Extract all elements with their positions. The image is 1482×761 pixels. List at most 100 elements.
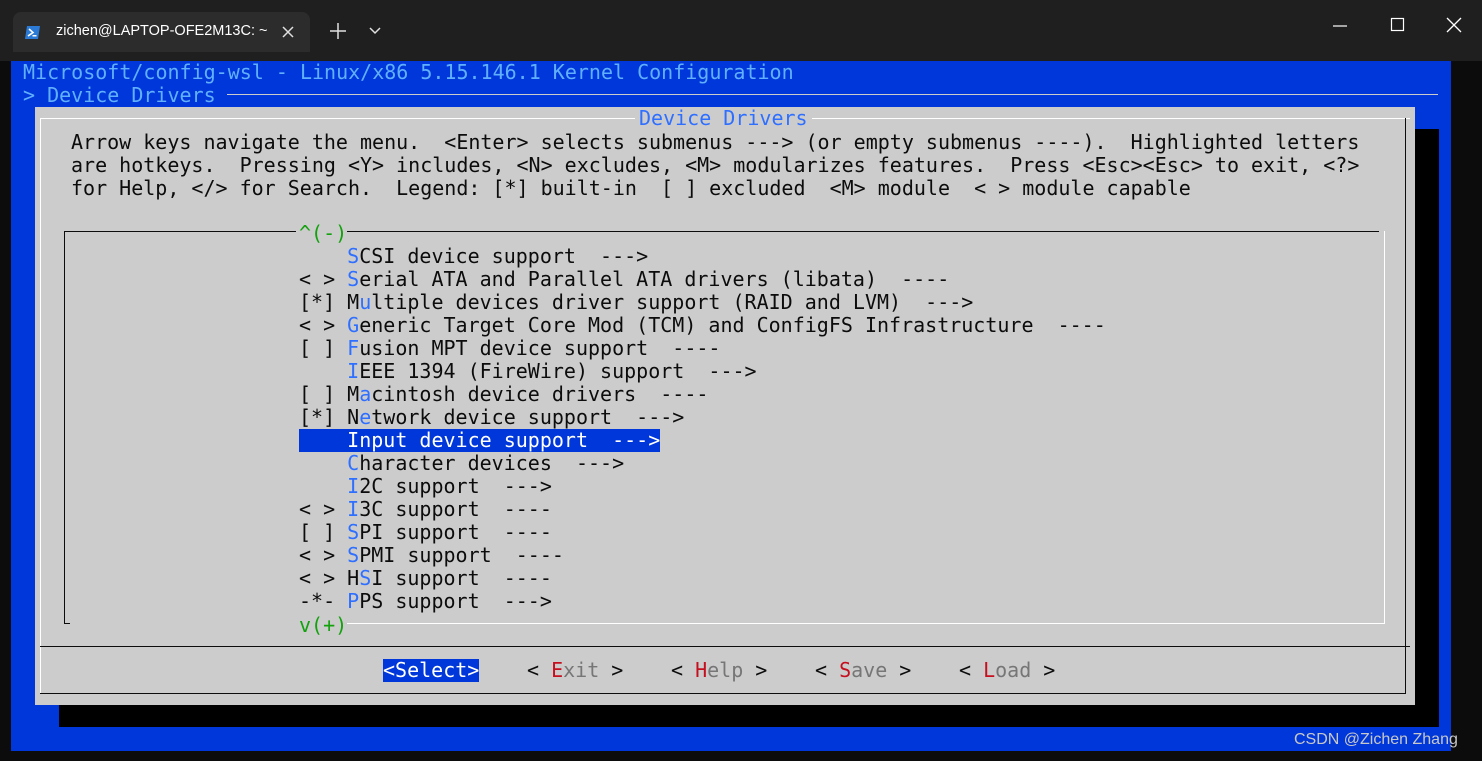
menu-item[interactable]: < > Serial ATA and Parallel ATA drivers … [299,268,949,291]
menu-item-label: 2C support ---> [359,474,552,498]
menu-item[interactable]: < > I3C support ---- [299,498,552,521]
menu-frame-top-right [347,231,1379,232]
menu-item-label: usion MPT device support ---- [359,336,721,360]
menu-item-state [299,474,347,498]
menu-frame-left [64,231,65,623]
menu-item-state: < > [299,497,348,521]
menu-item[interactable]: Character devices ---> [299,452,624,475]
menu-item-state: [ ] [299,336,348,360]
menu-item-state: -*- [299,589,348,613]
menu-item-hotkey: u [359,290,372,314]
menu-item-label: haracter devices ---> [359,451,625,475]
dialog-border-right [1405,118,1406,693]
menu-item-label: nput device support ---> [359,428,661,452]
help-line-3: for Help, </> for Search. Legend: [*] bu… [71,176,1191,200]
menu-item[interactable]: [ ] Macintosh device drivers ---- [299,383,708,406]
terminal-view[interactable]: Microsoft/config-wsl - Linux/x86 5.15.14… [11,61,1451,751]
menu-item-label: PMI support ---- [359,543,564,567]
help-button[interactable]: < Help > [671,659,767,682]
menu-item[interactable]: < > HSI support ---- [299,567,552,590]
load-button[interactable]: < Load > [959,659,1055,682]
button-row-divider [40,646,1410,647]
button-hotkey: E [551,658,564,682]
menu-item[interactable]: < > Generic Target Core Mod (TCM) and Co… [299,314,1106,337]
maximize-icon[interactable] [1390,17,1406,33]
menu-item-state [299,244,347,268]
tab-title: zichen@LAPTOP-OFE2M13C: ~ [56,23,268,39]
breadcrumb: > Device Drivers [23,83,216,107]
menu-item[interactable]: < > SPMI support ---- [299,544,564,567]
button-bracket: < [671,658,696,682]
menu-item[interactable]: -*- PPS support ---> [299,590,552,613]
chevron-down-icon[interactable] [368,25,382,37]
menu-item[interactable]: I2C support ---> [299,475,552,498]
menu-item[interactable]: Input device support ---> [299,428,661,452]
scroll-up-indicator[interactable]: ^(-) [299,222,347,245]
help-line-2: are hotkeys. Pressing <Y> includes, <N> … [71,153,1360,177]
menu-item-hotkey: S [347,520,360,544]
watermark: CSDN @Zichen Zhang [1294,731,1458,748]
menu-item-label: I support ---- [371,566,552,590]
dialog-border-bottom [40,693,1406,694]
button-bracket: < [959,658,984,682]
menu-item-hotkey: S [347,543,360,567]
menu-item-hotkey: F [347,336,360,360]
menu-item-hotkey: S [347,244,360,268]
dialog-border-left [40,118,41,693]
menu-item-label: twork device support ---> [371,405,685,429]
menu-item-state: [ ] M [299,382,360,406]
menu-item-label: CSI device support ---> [359,244,649,268]
menu-item-hotkey: S [347,267,360,291]
button-label: xit [563,658,600,682]
menu-item-hotkey: e [359,405,372,429]
kernel-config-title: Microsoft/config-wsl - Linux/x86 5.15.14… [23,60,794,84]
close-window-icon[interactable] [1446,17,1462,33]
menu-item-hotkey: P [347,589,360,613]
button-bracket: > [887,658,912,682]
save-button[interactable]: < Save > [815,659,911,682]
button-label: elp [707,658,744,682]
menu-item-label: eneric Target Core Mod (TCM) and ConfigF… [359,313,1106,337]
menu-item-hotkey: a [359,382,372,406]
menu-item[interactable]: SCSI device support ---> [299,245,648,268]
exit-button[interactable]: < Exit > [527,659,623,682]
menu-item-state: < > [299,543,348,567]
menu-item[interactable]: [*] Multiple devices driver support (RAI… [299,291,973,314]
menu-frame-bottom-right [347,623,1385,624]
plus-icon[interactable] [328,21,348,41]
button-label: ave [851,658,888,682]
window-titlebar: zichen@LAPTOP-OFE2M13C: ~ [0,0,1482,61]
menu-item[interactable]: [ ] SPI support ---- [299,521,552,544]
menu-item[interactable]: [ ] Fusion MPT device support ---- [299,337,720,360]
button-bracket: > [743,658,768,682]
menu-item-hotkey: I [347,474,360,498]
menu-item-state: [*] M [299,290,360,314]
button-bracket: > [599,658,624,682]
select-button[interactable]: <Select> [383,659,480,682]
close-icon[interactable] [279,23,297,41]
menu-item[interactable]: [*] Network device support ---> [299,406,684,429]
help-line-1: Arrow keys navigate the menu. <Enter> se… [71,130,1360,154]
menu-item-label: cintosh device drivers ---- [371,382,709,406]
scroll-down-indicator[interactable]: v(+) [299,614,347,637]
menu-item-state: < > [299,313,348,337]
menu-item-state: < > [299,267,348,291]
menu-item-hotkey: I [347,359,360,383]
menu-item-state: < > H [299,566,360,590]
minimize-icon[interactable] [1332,18,1348,34]
menu-item-label: ltiple devices driver support (RAID and … [371,290,974,314]
menu-item-state [299,451,347,475]
menu-item[interactable]: IEEE 1394 (FireWire) support ---> [299,359,756,383]
button-bracket: > [1031,658,1056,682]
menuconfig-dialog: Device Drivers Arrow keys navigate the m… [35,107,1415,705]
terminal-tab[interactable]: zichen@LAPTOP-OFE2M13C: ~ [13,12,310,52]
button-label: oad [995,658,1032,682]
menu-item-state [299,359,347,383]
breadcrumb-rule [227,94,1438,95]
menu-frame-top-left [64,231,296,232]
menu-item-hotkey: C [347,451,360,475]
button-bracket: < [527,658,552,682]
menu-item-label: PS support ---> [359,589,552,613]
menu-item-state: [ ] [299,520,348,544]
powershell-icon [25,26,40,39]
